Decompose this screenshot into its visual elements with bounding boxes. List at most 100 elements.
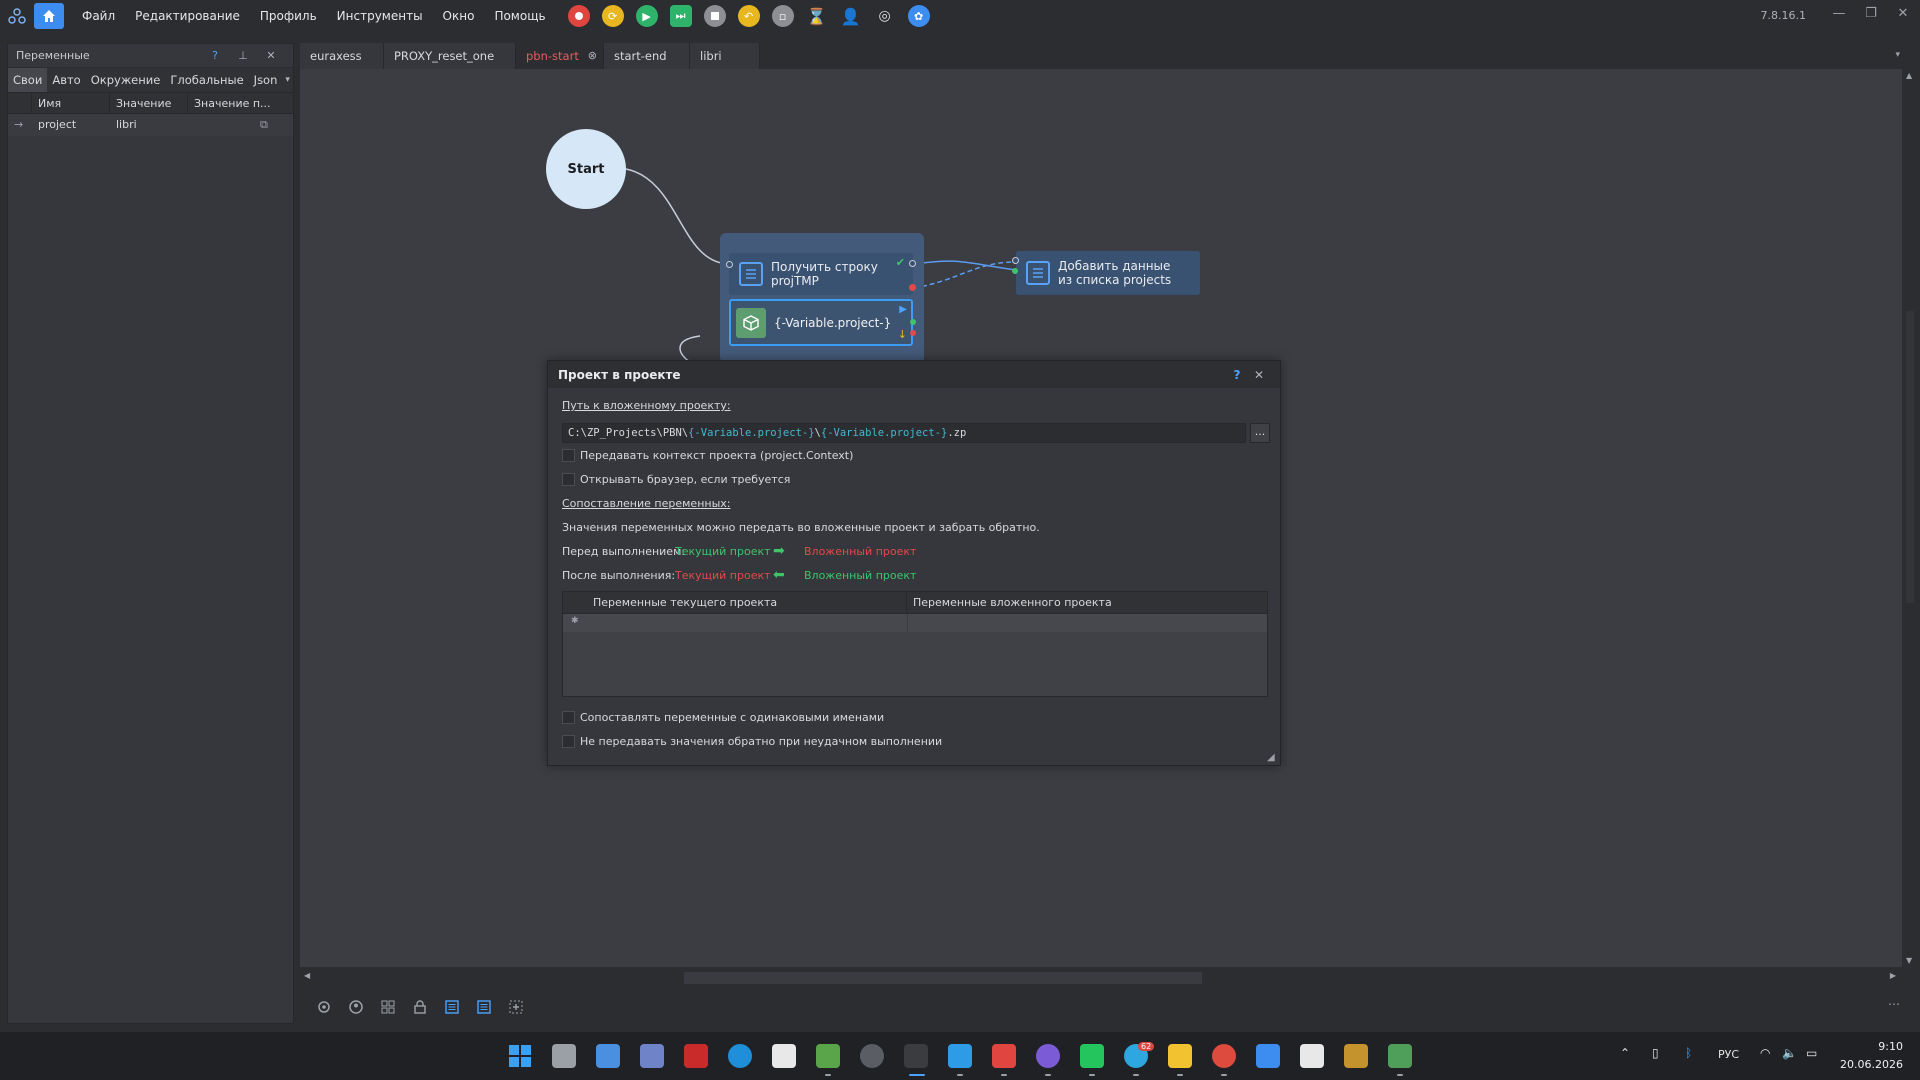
- chevron-down-icon[interactable]: ▾: [282, 75, 293, 85]
- copy-icon[interactable]: ⧉: [260, 114, 284, 136]
- minimize-button[interactable]: —: [1824, 6, 1854, 26]
- close-window-button[interactable]: ✕: [1888, 6, 1918, 26]
- clock-date[interactable]: 20.06.2026: [1840, 1058, 1903, 1071]
- settings-icon[interactable]: [308, 995, 340, 1019]
- variable-name[interactable]: project: [32, 114, 110, 136]
- battery-icon[interactable]: ▭: [1806, 1046, 1817, 1060]
- zenno-button[interactable]: ✿: [907, 5, 930, 27]
- zenno-app-icon[interactable]: [1256, 1044, 1280, 1068]
- tray-expand-icon[interactable]: ⌃: [1620, 1046, 1630, 1060]
- success-port[interactable]: [1012, 268, 1018, 274]
- error-port[interactable]: [910, 330, 916, 336]
- table-row[interactable]: → project libri ⧉: [8, 114, 293, 136]
- task-view-icon[interactable]: [552, 1044, 576, 1068]
- pin-icon[interactable]: ⊥: [229, 49, 257, 62]
- lock-icon[interactable]: [404, 995, 436, 1019]
- close-icon[interactable]: ✕: [257, 49, 285, 62]
- user-button[interactable]: 👤: [840, 5, 862, 27]
- match-same-names-checkbox-row[interactable]: Сопоставлять переменные с одинаковыми им…: [562, 711, 884, 724]
- nested-project-path-input[interactable]: C:\ZP_Projects\PBN\{-Variable.project-}\…: [562, 423, 1246, 443]
- open-browser-checkbox-row[interactable]: Открывать браузер, если требуется: [562, 473, 790, 486]
- vertical-scrollbar[interactable]: ▲ ▼: [1902, 69, 1918, 967]
- col-default-value[interactable]: Значение п...: [188, 93, 271, 113]
- tool-app-icon[interactable]: [1344, 1044, 1368, 1068]
- no-return-on-fail-checkbox-row[interactable]: Не передавать значения обратно при неуда…: [562, 735, 942, 748]
- tab-own[interactable]: Свои: [8, 68, 48, 92]
- get-line-node[interactable]: Получить строку projTMP ✔: [726, 253, 916, 295]
- browse-button[interactable]: ...: [1250, 423, 1270, 443]
- menu-tools[interactable]: Инструменты: [327, 9, 433, 23]
- add-data-node[interactable]: Добавить данные из списка projects: [1012, 251, 1200, 295]
- input-port[interactable]: [726, 261, 733, 268]
- chrome-icon[interactable]: [1212, 1044, 1236, 1068]
- tab-auto[interactable]: Авто: [47, 68, 85, 92]
- app-logo-icon[interactable]: [0, 0, 34, 32]
- wifi-icon[interactable]: ◠: [1760, 1046, 1770, 1060]
- usb-icon[interactable]: ▯: [1652, 1046, 1659, 1060]
- tab-proxy-reset-one[interactable]: PROXY_reset_one: [384, 43, 516, 69]
- editor-icon[interactable]: [816, 1044, 840, 1068]
- menu-profile[interactable]: Профиль: [250, 9, 327, 23]
- input-port[interactable]: [1012, 257, 1019, 264]
- horizontal-scroll-thumb[interactable]: [684, 972, 1202, 984]
- no-return-on-fail-checkbox[interactable]: [562, 735, 575, 748]
- table-row[interactable]: ✱: [563, 614, 1267, 632]
- tab-json[interactable]: Json: [249, 68, 283, 92]
- record-button[interactable]: [567, 5, 590, 27]
- grid-icon[interactable]: [372, 995, 404, 1019]
- pause-button[interactable]: ▫: [771, 5, 794, 27]
- start-node[interactable]: Start: [546, 129, 626, 209]
- close-icon[interactable]: ✕: [1248, 368, 1270, 382]
- close-tab-icon[interactable]: ⊗: [588, 43, 597, 69]
- tab-euraxess[interactable]: euraxess: [300, 43, 384, 69]
- horizontal-scrollbar[interactable]: ◀ ▶: [300, 967, 1902, 989]
- menu-help[interactable]: Помощь: [484, 9, 555, 23]
- visibility-button[interactable]: ◎: [874, 5, 896, 27]
- tool-icon[interactable]: [684, 1044, 708, 1068]
- menu-file[interactable]: Файл: [72, 9, 125, 23]
- stop-button[interactable]: [703, 5, 726, 27]
- zennoposter-taskbar-icon[interactable]: [904, 1044, 928, 1068]
- gear-app-icon[interactable]: [860, 1044, 884, 1068]
- success-port[interactable]: [909, 260, 916, 267]
- cat-app-icon[interactable]: [1300, 1044, 1324, 1068]
- scroll-right-icon[interactable]: ▶: [1890, 971, 1896, 980]
- anydesk-icon[interactable]: [992, 1044, 1016, 1068]
- start-menu-icon[interactable]: [508, 1044, 532, 1068]
- tab-pbn-start[interactable]: pbn-start ⊗: [516, 43, 604, 69]
- file-explorer-icon[interactable]: [1168, 1044, 1192, 1068]
- clock-time[interactable]: 9:10: [1863, 1040, 1903, 1053]
- tabs-dropdown-icon[interactable]: ▾: [1895, 50, 1900, 60]
- menu-edit[interactable]: Редактирование: [125, 9, 250, 23]
- snipping-icon[interactable]: [772, 1044, 796, 1068]
- viber-icon[interactable]: [1036, 1044, 1060, 1068]
- home-button[interactable]: [34, 3, 64, 29]
- step-button[interactable]: ⏭: [669, 5, 692, 27]
- undo-button[interactable]: ↶: [737, 5, 760, 27]
- tab-start-end[interactable]: start-end: [604, 43, 690, 69]
- tab-global[interactable]: Глобальные: [165, 68, 248, 92]
- variable-mapping-table[interactable]: Переменные текущего проекта Переменные в…: [562, 591, 1268, 697]
- bluetooth-icon[interactable]: ᛒ: [1685, 1046, 1692, 1060]
- col-name[interactable]: Имя: [32, 93, 110, 113]
- paint-icon[interactable]: [640, 1044, 664, 1068]
- list-view-icon[interactable]: [436, 995, 468, 1019]
- list-view-alt-icon[interactable]: [468, 995, 500, 1019]
- pass-context-checkbox[interactable]: [562, 449, 575, 462]
- whatsapp-icon[interactable]: [1080, 1044, 1104, 1068]
- pass-context-checkbox-row[interactable]: Передавать контекст проекта (project.Con…: [562, 449, 853, 462]
- resize-grip-icon[interactable]: ◢: [1267, 752, 1277, 763]
- hourglass-button[interactable]: ⌛: [806, 5, 828, 27]
- tab-libri[interactable]: libri: [690, 43, 760, 69]
- volume-icon[interactable]: 🔈: [1782, 1046, 1797, 1060]
- help-icon[interactable]: ?: [201, 49, 229, 62]
- play-button[interactable]: ▶: [635, 5, 658, 27]
- notepad-icon[interactable]: [596, 1044, 620, 1068]
- restore-button[interactable]: ❐: [1856, 6, 1886, 26]
- success-port[interactable]: [910, 319, 916, 325]
- browser-app-icon[interactable]: [948, 1044, 972, 1068]
- col-nested-variables[interactable]: Переменные вложенного проекта: [907, 592, 1267, 614]
- help-icon[interactable]: ?: [1226, 368, 1248, 382]
- refresh-button[interactable]: ⟳: [601, 5, 624, 27]
- sub-project-node[interactable]: {-Variable.project-} ▶ ↓: [729, 299, 916, 346]
